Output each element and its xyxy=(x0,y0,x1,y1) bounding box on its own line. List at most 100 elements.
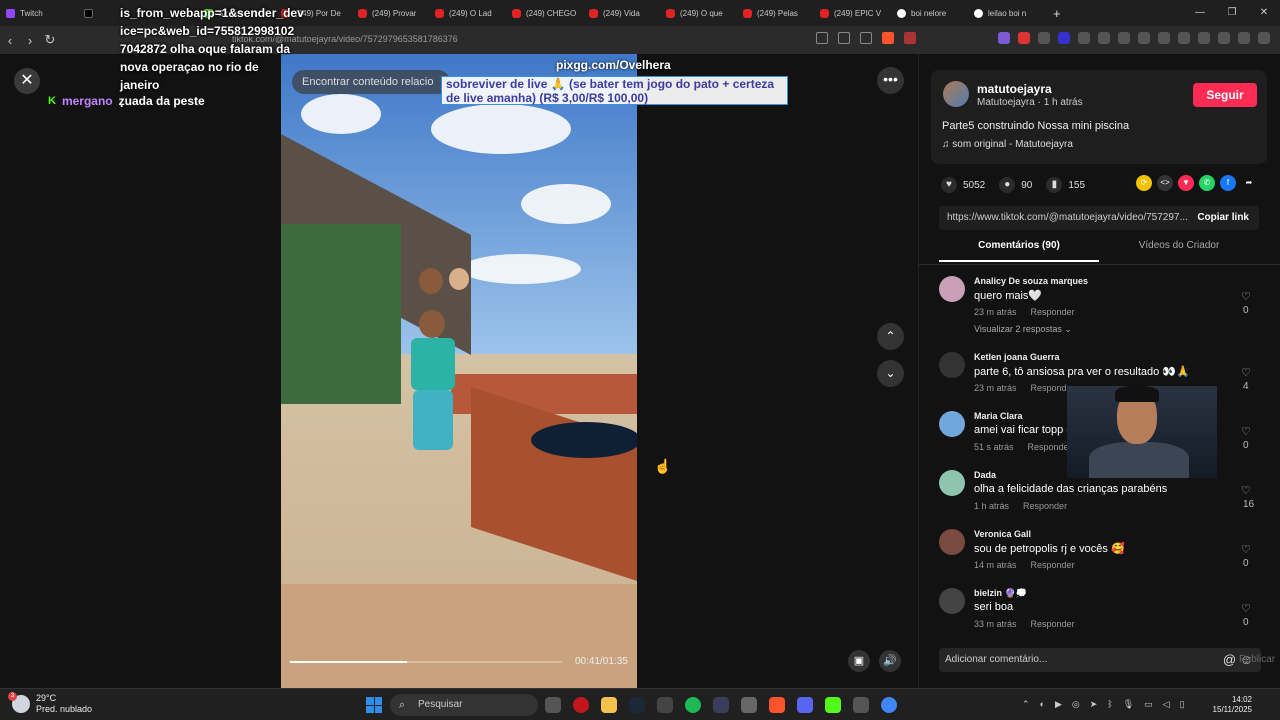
send-icon[interactable]: ▼ xyxy=(1178,175,1194,191)
facebook-icon[interactable]: f xyxy=(1220,175,1236,191)
chevron-up-icon[interactable]: ⌃ xyxy=(1022,699,1030,710)
start-menu-icon[interactable] xyxy=(366,697,382,713)
commenter-avatar[interactable] xyxy=(939,411,965,437)
bluetooth-icon[interactable]: ᛒ xyxy=(1107,699,1112,710)
copy-link-button[interactable]: Copiar link xyxy=(1197,206,1249,230)
volume-icon[interactable]: 🔊 xyxy=(879,650,901,672)
close-video-button[interactable]: ✕ xyxy=(14,68,40,94)
browser-tab[interactable]: (249) Provar xyxy=(352,0,429,26)
mention-icon[interactable]: @ xyxy=(1223,652,1236,667)
commenter-name[interactable]: Analicy De souza marques xyxy=(974,276,1088,286)
reply-button[interactable]: Responder xyxy=(1028,442,1072,452)
screenshot-icon[interactable] xyxy=(1138,32,1150,44)
task-view-icon[interactable] xyxy=(545,697,561,713)
browser-tab[interactable]: boi nelore xyxy=(891,0,968,26)
commenter-avatar[interactable] xyxy=(939,352,965,378)
more-options-button[interactable]: ••• xyxy=(877,67,904,94)
brave-rewards-icon[interactable] xyxy=(904,32,916,44)
tray-icon[interactable]: ▶ xyxy=(1055,699,1062,710)
music-icon[interactable] xyxy=(1158,32,1170,44)
commenter-avatar[interactable] xyxy=(939,276,965,302)
comment-stat[interactable]: ● 90 xyxy=(999,177,1032,193)
battery-icon[interactable]: ▯ xyxy=(1180,699,1185,710)
minimize-icon[interactable]: — xyxy=(1184,0,1216,26)
app-icon[interactable] xyxy=(713,697,729,713)
video-progress-bar[interactable] xyxy=(290,661,562,663)
music-line[interactable]: ♫ som original - Matutoejayra xyxy=(942,139,1073,150)
whatsapp-icon[interactable]: ✆ xyxy=(1199,175,1215,191)
brave-shield-icon[interactable] xyxy=(882,32,894,44)
browser-tab[interactable]: (249) O Lad xyxy=(429,0,506,26)
menu-icon[interactable] xyxy=(1258,32,1270,44)
chrome-icon[interactable] xyxy=(881,697,897,713)
follow-button[interactable]: Seguir xyxy=(1193,83,1257,107)
volume-tray-icon[interactable]: ◁ xyxy=(1163,699,1170,710)
browser-tab[interactable]: (249) Vida xyxy=(583,0,660,26)
steam-icon[interactable] xyxy=(629,697,645,713)
forward-icon[interactable]: › xyxy=(20,33,40,48)
video-player[interactable] xyxy=(281,54,637,688)
publish-button[interactable]: Publicar xyxy=(1239,654,1275,665)
restore-icon[interactable]: ❐ xyxy=(1216,0,1248,26)
extension-icon[interactable] xyxy=(1098,32,1110,44)
extension-icon[interactable] xyxy=(1058,32,1070,44)
commenter-avatar[interactable] xyxy=(939,470,965,496)
cast-icon[interactable] xyxy=(816,32,828,44)
tab-comments[interactable]: Comentários (90) xyxy=(939,240,1099,262)
app-icon[interactable] xyxy=(657,697,673,713)
save-stat[interactable]: ▮ 155 xyxy=(1046,177,1085,193)
back-icon[interactable]: ‹ xyxy=(0,33,20,48)
reply-button[interactable]: Responder xyxy=(1031,619,1075,629)
like-stat[interactable]: ♥ 5052 xyxy=(941,177,985,193)
install-icon[interactable] xyxy=(838,32,850,44)
vpn-icon[interactable] xyxy=(1238,32,1250,44)
heart-outline-icon[interactable]: ♡ xyxy=(1241,543,1251,556)
commenter-name[interactable]: Ketlen joana Guerra xyxy=(974,352,1060,362)
microphone-icon[interactable]: 🎙 xyxy=(1123,699,1134,710)
author-name[interactable]: matutoejayra xyxy=(977,82,1052,96)
share-icon[interactable] xyxy=(860,32,872,44)
extension-icon[interactable] xyxy=(998,32,1010,44)
related-content-search[interactable]: Encontrar conteúdo relacio xyxy=(292,70,450,94)
browser-tab[interactable]: Twitch xyxy=(0,0,78,26)
reply-button[interactable]: Responder xyxy=(1023,501,1067,511)
app-icon[interactable] xyxy=(853,697,869,713)
discord-icon[interactable] xyxy=(797,697,813,713)
browser-tab[interactable]: (249) CHEGO xyxy=(506,0,583,26)
repost-icon[interactable]: ⟳ xyxy=(1136,175,1152,191)
kick-app-icon[interactable] xyxy=(825,697,841,713)
wallet-icon[interactable] xyxy=(1198,32,1210,44)
extension-icon[interactable] xyxy=(1018,32,1030,44)
network-icon[interactable]: ▭ xyxy=(1144,699,1153,710)
previous-video-button[interactable]: ⌃ xyxy=(877,323,904,350)
commenter-name[interactable]: Dada xyxy=(974,470,996,480)
share-arrow-icon[interactable]: ➦ xyxy=(1241,175,1257,191)
video-link-box[interactable]: https://www.tiktok.com/@matutoejayra/vid… xyxy=(939,206,1259,230)
file-explorer-icon[interactable] xyxy=(601,697,617,713)
puzzle-icon[interactable] xyxy=(1118,32,1130,44)
leo-icon[interactable] xyxy=(1218,32,1230,44)
reply-button[interactable]: Responder xyxy=(1031,560,1075,570)
tab-creator-videos[interactable]: Vídeos do Criador xyxy=(1099,240,1259,262)
tray-icon[interactable]: ➤ xyxy=(1090,699,1098,710)
author-avatar[interactable] xyxy=(943,81,969,107)
heart-outline-icon[interactable]: ♡ xyxy=(1241,425,1251,438)
weather-widget[interactable]: 3 29°C Pred. nublado xyxy=(8,692,92,715)
heart-outline-icon[interactable]: ♡ xyxy=(1241,602,1251,615)
brave-icon[interactable] xyxy=(769,697,785,713)
close-window-icon[interactable]: ✕ xyxy=(1248,0,1280,26)
new-tab-button[interactable]: + xyxy=(1045,6,1069,21)
heart-outline-icon[interactable]: ♡ xyxy=(1241,484,1251,497)
commenter-name[interactable]: Maria Clara xyxy=(974,411,1023,421)
sidebar-icon[interactable] xyxy=(1178,32,1190,44)
browser-tab[interactable]: (249) Pelas xyxy=(737,0,814,26)
tray-icon[interactable]: ◎ xyxy=(1072,699,1080,710)
reload-icon[interactable]: ↻ xyxy=(40,32,60,48)
opera-icon[interactable] xyxy=(573,697,589,713)
taskbar-search[interactable]: ⌕ Pesquisar xyxy=(390,694,538,716)
app-icon[interactable] xyxy=(741,697,757,713)
extension-icon[interactable] xyxy=(1038,32,1050,44)
commenter-name[interactable]: bielzin 🔮💭 xyxy=(974,588,1027,599)
extension-icon[interactable] xyxy=(1078,32,1090,44)
view-replies-button[interactable]: Visualizar 2 respostas ⌄ xyxy=(974,324,1072,335)
